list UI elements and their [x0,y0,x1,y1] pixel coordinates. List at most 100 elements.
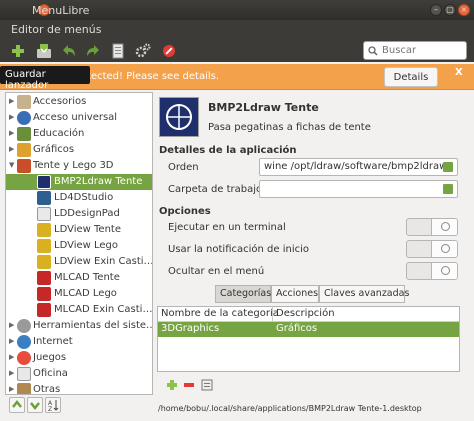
mlcad-lego-icon [37,287,51,301]
delete-icon[interactable] [160,42,178,60]
tab-advanced[interactable]: Claves avanzadas [319,285,409,303]
title-bar: MenuLibre – ▢ × [0,0,474,20]
hide-label: Ocultar en el menú [168,266,265,277]
clear-categories-icon[interactable] [200,378,214,392]
tree-item-tente-lego[interactable]: ▼ Tente y Lego 3D [6,158,152,174]
tree-item-internet[interactable]: ▶ Internet [6,334,152,350]
menu-editor[interactable]: Editor de menús [11,23,101,36]
hide-switch[interactable] [406,262,458,280]
save-tooltip: Guardar lanzador [0,66,90,91]
column-divider [272,307,273,321]
games-icon [17,351,31,365]
tree-item-lddesignpad[interactable]: LDDesignPad [6,206,152,222]
status-path: /home/bobu/.local/share/applications/BMP… [158,404,422,413]
column-header-name[interactable]: Nombre de la categoría [161,308,279,319]
office-icon [17,367,31,381]
tab-categories[interactable]: Categorías [215,285,271,303]
tree-item-juegos[interactable]: ▶ Juegos [6,350,152,366]
launcher-name[interactable]: BMP2Ldraw Tente [208,101,319,114]
tree-item-mlcad-exin[interactable]: MLCAD Exin Casti… [6,302,152,318]
move-down-button[interactable] [27,397,43,413]
tree-item-ldview-lego[interactable]: LDView Lego [6,238,152,254]
sidebar-toolbar: AZ [9,397,61,415]
details-title: Detalles de la aplicación [159,145,297,156]
tree-item-mlcad-tente[interactable]: MLCAD Tente [6,270,152,286]
expand-arrow-icon[interactable]: ▶ [9,337,14,345]
expand-arrow-icon[interactable]: ▶ [9,369,14,377]
expand-arrow-icon[interactable]: ▶ [9,385,14,393]
add-icon[interactable] [9,42,27,60]
category-tree[interactable]: ▶ Accesorios ▶ Acceso universal ▶ Educac… [5,92,153,395]
tree-item-ldview-tente[interactable]: LDView Tente [6,222,152,238]
mlcad-exin-icon [37,303,51,317]
search-icon [368,46,378,56]
undo-icon[interactable] [60,42,78,60]
tree-item-acceso-universal[interactable]: ▶ Acceso universal [6,110,152,126]
tree-item-otras[interactable]: ▶ Otras [6,382,152,394]
expand-arrow-icon[interactable]: ▶ [9,353,14,361]
bmp2ldraw-icon [37,175,51,189]
tree-item-educacion[interactable]: ▶ Educación [6,126,152,142]
tree-item-mlcad-lego[interactable]: MLCAD Lego [6,286,152,302]
internet-icon [17,335,31,349]
folder-icon [17,159,31,173]
revert-icon[interactable] [109,42,127,60]
tree-item-herramientas[interactable]: ▶ Herramientas del siste… [6,318,152,334]
accessibility-icon [17,111,31,125]
maximize-button[interactable]: ▢ [444,4,456,16]
ldview-tente-icon [37,223,51,237]
notify-switch[interactable] [406,240,458,258]
redo-icon[interactable] [84,42,102,60]
tree-item-oficina[interactable]: ▶ Oficina [6,366,152,382]
remove-category-icon[interactable] [182,378,196,392]
sort-button[interactable]: AZ [45,397,61,413]
accessories-icon [17,95,31,109]
execute-icon[interactable] [134,42,152,60]
expand-arrow-icon[interactable]: ▶ [9,129,14,137]
expand-arrow-icon[interactable]: ▶ [9,113,14,121]
info-close-button[interactable]: X [455,67,463,78]
expand-arrow-icon[interactable]: ▶ [9,145,14,153]
education-icon [17,127,31,141]
save-icon[interactable] [35,42,53,60]
bmp2ldraw-logo-icon [166,104,192,130]
expand-arrow-icon[interactable]: ▶ [9,97,14,105]
tree-item-graficos[interactable]: ▶ Gráficos [6,142,152,158]
search-input[interactable] [382,43,462,58]
tree-item-accesorios[interactable]: ▶ Accesorios [6,94,152,110]
browse-folder-icon[interactable] [443,184,453,194]
workdir-label: Carpeta de trabajo [168,184,263,195]
ldview-lego-icon [37,239,51,253]
system-tools-icon [17,319,31,333]
svg-text:Z: Z [48,406,52,412]
column-header-desc[interactable]: Descripción [276,308,335,319]
collapse-arrow-icon[interactable]: ▼ [9,161,14,169]
expand-arrow-icon[interactable]: ▶ [9,321,14,329]
tab-actions[interactable]: Acciones [271,285,319,303]
workdir-input[interactable] [259,180,458,198]
tree-item-bmp2ldraw[interactable]: BMP2Ldraw Tente [6,174,152,190]
window-title: MenuLibre [32,4,90,17]
browse-icon[interactable] [443,162,453,172]
launcher-comment[interactable]: Pasa pegatinas a fichas de tente [208,122,371,133]
launcher-icon-button[interactable] [159,97,199,137]
graphics-icon [17,143,31,157]
categories-table[interactable]: Nombre de la categoría Descripción 3DGra… [157,306,460,372]
order-label: Orden [168,162,199,173]
ldview-exin-icon [37,255,51,269]
minimize-button[interactable]: – [430,4,442,16]
terminal-switch[interactable] [406,218,458,236]
table-row[interactable]: 3DGraphics Gráficos [158,322,459,337]
close-button[interactable]: × [458,4,470,16]
ld4dstudio-icon [37,191,51,205]
search-field[interactable] [363,41,467,60]
details-button[interactable]: Details [384,67,438,87]
options-title: Opciones [159,206,211,217]
order-input[interactable]: wine /opt/ldraw/software/bmp2ldraw/ [259,158,458,176]
add-category-icon[interactable] [165,378,179,392]
move-up-button[interactable] [9,397,25,413]
launcher-editor: BMP2Ldraw Tente Pasa pegatinas a fichas … [157,92,469,397]
notify-label: Usar la notificación de inicio [168,244,309,255]
tree-item-ld4dstudio[interactable]: LD4DStudio [6,190,152,206]
tree-item-ldview-exin[interactable]: LDView Exin Casti… [6,254,152,270]
